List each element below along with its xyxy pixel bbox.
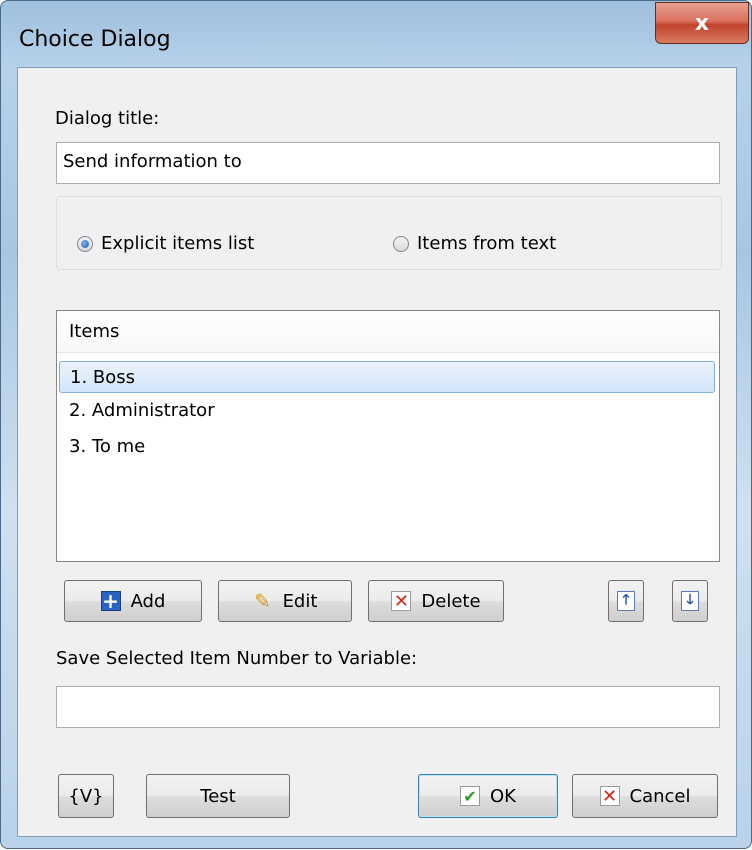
window-frame: Choice Dialog x Dialog title: Send infor… (0, 0, 752, 849)
variables-button[interactable]: {V} (58, 774, 114, 818)
close-icon: x (694, 10, 710, 36)
cancel-label: Cancel (629, 785, 691, 807)
window-title: Choice Dialog (19, 27, 171, 52)
title-bar[interactable]: Choice Dialog x (1, 1, 751, 67)
list-item[interactable]: 1. Boss (59, 361, 715, 393)
edit-button[interactable]: ✎ Edit (218, 580, 352, 622)
test-button[interactable]: Test (146, 774, 290, 818)
edit-label: Edit (282, 590, 318, 612)
add-label: Add (130, 590, 166, 612)
test-label: Test (200, 785, 236, 807)
checkmark-icon: ✔ (460, 786, 480, 806)
save-variable-label: Save Selected Item Number to Variable: (56, 648, 418, 669)
save-variable-input[interactable] (56, 686, 720, 728)
radio-items-from-text[interactable]: Items from text (393, 233, 556, 254)
list-item[interactable]: 3. To me (59, 431, 715, 463)
delete-label: Delete (421, 590, 481, 612)
arrow-down-icon: 🡓 (681, 591, 699, 611)
delete-button[interactable]: ✕ Delete (368, 580, 504, 622)
dialog-title-input[interactable]: Send information to (56, 142, 720, 184)
items-list[interactable]: Items 1. Boss 2. Administrator 3. To me (56, 310, 720, 562)
x-icon: ✕ (391, 591, 412, 612)
list-item[interactable]: 2. Administrator (59, 395, 715, 427)
ok-button[interactable]: ✔ OK (418, 774, 558, 818)
radio-from-text-label: Items from text (417, 233, 557, 254)
arrow-up-icon: 🡑 (617, 591, 635, 611)
add-button[interactable]: + Add (64, 580, 202, 622)
dialog-title-label: Dialog title: (55, 108, 160, 129)
radio-explicit-items[interactable]: Explicit items list (77, 233, 254, 254)
move-down-button[interactable]: 🡓 (672, 580, 708, 622)
move-up-button[interactable]: 🡑 (608, 580, 644, 622)
cancel-button[interactable]: ✕ Cancel (572, 774, 718, 818)
radio-checked-icon (77, 235, 93, 252)
radio-explicit-label: Explicit items list (101, 233, 255, 254)
close-button[interactable]: x (655, 2, 749, 44)
ok-label: OK (490, 785, 516, 807)
mode-groupbox: Explicit items list Items from text (56, 196, 722, 270)
dialog-body: Dialog title: Send information to Explic… (17, 67, 737, 837)
radio-unchecked-icon (393, 235, 409, 252)
variables-label: {V} (68, 785, 104, 807)
items-column-header[interactable]: Items (57, 311, 719, 353)
plus-icon: + (100, 589, 121, 613)
x-icon: ✕ (599, 786, 620, 807)
pencil-icon: ✎ (254, 589, 271, 613)
